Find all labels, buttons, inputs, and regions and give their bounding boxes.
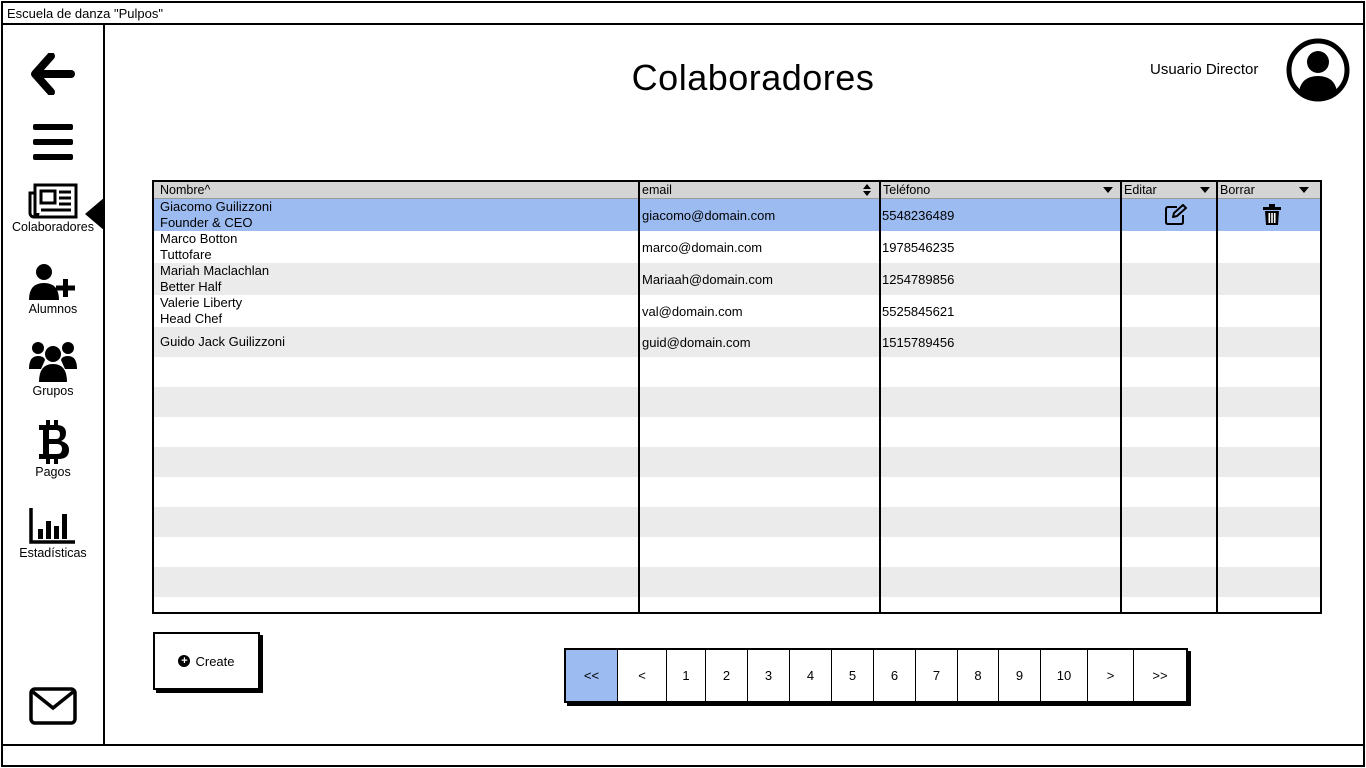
- page-9[interactable]: 9: [999, 650, 1041, 701]
- empty-row: [154, 357, 1320, 387]
- create-button[interactable]: + Create: [153, 632, 260, 690]
- phone-cell: 1978546235: [882, 239, 955, 255]
- phone-cell: 1515789456: [882, 334, 955, 350]
- email-cell: val@domain.com: [642, 303, 743, 319]
- empty-row: [154, 537, 1320, 567]
- page-prev[interactable]: <: [618, 650, 667, 701]
- name-text: Giacomo Guilizzoni: [160, 199, 272, 214]
- name-cell: Guido Jack Guilizzoni: [154, 327, 638, 357]
- edit-icon[interactable]: [1158, 203, 1188, 227]
- phone-cell: 5548236489: [882, 207, 955, 223]
- empty-row: [154, 567, 1320, 597]
- column-header-editar[interactable]: Editar: [1120, 183, 1157, 197]
- name-text: Guido Jack Guilizzoni: [160, 334, 285, 349]
- empty-row: [154, 417, 1320, 447]
- email-cell: giacomo@domain.com: [642, 207, 776, 223]
- sidebar-item-pagos[interactable]: Pagos: [3, 420, 103, 479]
- sidebar-item-estadisticas[interactable]: Estadísticas: [3, 501, 103, 560]
- bitcoin-icon: [3, 420, 103, 464]
- table-header: Nombre^ email Teléfono Editar Borrar: [154, 182, 1320, 199]
- page-3[interactable]: 3: [748, 650, 790, 701]
- sidebar: Colaboradores Alumnos Grupos Pagos Estad…: [3, 25, 105, 744]
- column-header-borrar[interactable]: Borrar: [1216, 183, 1255, 197]
- role-text: Tuttofare: [160, 247, 212, 262]
- sidebar-item-label: Alumnos: [28, 302, 78, 316]
- page-2[interactable]: 2: [706, 650, 748, 701]
- empty-row: [154, 447, 1320, 477]
- name-text: Mariah Maclachlan: [160, 263, 270, 278]
- envelope-icon[interactable]: [3, 687, 103, 725]
- column-divider: [1216, 182, 1218, 612]
- column-divider: [1120, 182, 1122, 612]
- table-row[interactable]: Valerie Liberty Head Chef val@domain.com…: [154, 295, 1320, 327]
- phone-cell: 5525845621: [882, 303, 955, 319]
- table-row[interactable]: Mariah Maclachlan Better Half Mariaah@do…: [154, 263, 1320, 295]
- page-8[interactable]: 8: [958, 650, 999, 701]
- page-1[interactable]: 1: [667, 650, 706, 701]
- page-6[interactable]: 6: [874, 650, 916, 701]
- phone-cell: 1254789856: [882, 271, 955, 287]
- table-row[interactable]: Giacomo Guilizzoni Founder & CEO giacomo…: [154, 199, 1320, 231]
- email-cell: guid@domain.com: [642, 334, 751, 350]
- dropdown-arrow-icon[interactable]: [1103, 187, 1113, 193]
- status-bar: [3, 744, 1363, 765]
- column-divider: [879, 182, 881, 612]
- sidebar-item-alumnos[interactable]: Alumnos: [3, 257, 103, 316]
- sidebar-item-label: Grupos: [32, 384, 74, 398]
- sidebar-item-label: Estadísticas: [19, 546, 87, 560]
- page-last[interactable]: >>: [1134, 650, 1186, 701]
- column-header-nombre[interactable]: Nombre^: [156, 183, 210, 197]
- role-text: Better Half: [160, 279, 222, 294]
- name-cell: Mariah Maclachlan Better Half: [154, 263, 638, 295]
- user-name[interactable]: Usuario Director: [1150, 61, 1258, 78]
- page-7[interactable]: 7: [916, 650, 958, 701]
- window-title: Escuela de danza "Pulpos": [3, 3, 1363, 25]
- sort-icon[interactable]: [862, 183, 872, 197]
- email-cell: Mariaah@domain.com: [642, 271, 773, 287]
- empty-row: [154, 387, 1320, 417]
- role-text: Head Chef: [160, 311, 223, 326]
- role-text: Founder & CEO: [160, 215, 253, 230]
- table-row[interactable]: Marco Botton Tuttofare marco@domain.com …: [154, 231, 1320, 263]
- user-plus-icon: [3, 257, 103, 301]
- page-next[interactable]: >: [1088, 650, 1134, 701]
- page-first[interactable]: <<: [566, 650, 618, 701]
- page-title-text: Colaboradores: [631, 57, 875, 98]
- column-header-telefono[interactable]: Teléfono: [879, 183, 930, 197]
- sidebar-item-label: Pagos: [35, 465, 71, 479]
- name-cell: Marco Botton Tuttofare: [154, 231, 638, 263]
- bar-chart-icon: [3, 501, 103, 545]
- table-row[interactable]: Guido Jack Guilizzoni guid@domain.com 15…: [154, 327, 1320, 357]
- plus-circle-icon: +: [178, 655, 191, 667]
- dropdown-arrow-icon[interactable]: [1299, 187, 1309, 193]
- pagination: << < 1 2 3 4 5 6 7 8 9 10 > >>: [564, 648, 1188, 703]
- user-avatar-icon[interactable]: [1286, 38, 1350, 102]
- name-cell: Valerie Liberty Head Chef: [154, 295, 638, 327]
- hamburger-menu-icon[interactable]: [3, 122, 103, 162]
- active-indicator: [85, 197, 105, 231]
- name-cell: Giacomo Guilizzoni Founder & CEO: [154, 199, 638, 231]
- name-text: Valerie Liberty: [160, 295, 243, 310]
- collaborators-table: Nombre^ email Teléfono Editar Borrar Gia…: [152, 180, 1322, 614]
- email-cell: marco@domain.com: [642, 239, 763, 255]
- dropdown-arrow-icon[interactable]: [1200, 187, 1210, 193]
- sidebar-item-grupos[interactable]: Grupos: [3, 339, 103, 398]
- page-5[interactable]: 5: [832, 650, 874, 701]
- page-4[interactable]: 4: [790, 650, 832, 701]
- back-arrow-icon[interactable]: [3, 53, 103, 95]
- page-10[interactable]: 10: [1041, 650, 1088, 701]
- name-text: Marco Botton: [160, 231, 238, 246]
- users-icon: [3, 339, 103, 383]
- column-header-email[interactable]: email: [638, 183, 672, 197]
- empty-row: [154, 507, 1320, 537]
- trash-icon[interactable]: [1256, 203, 1282, 227]
- create-label: Create: [195, 653, 235, 669]
- column-divider: [638, 182, 640, 612]
- empty-row: [154, 477, 1320, 507]
